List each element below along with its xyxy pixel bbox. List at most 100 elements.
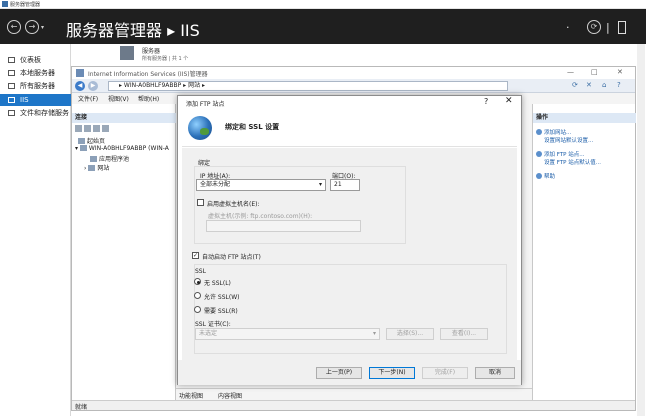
connect-icon[interactable] (75, 125, 82, 132)
sidebar-item-all-servers[interactable]: 所有服务器 (0, 80, 71, 92)
sidebar-item-label: 所有服务器 (20, 82, 55, 90)
ssl-label: SSL (195, 268, 206, 275)
menu-view[interactable]: 视图(V) (108, 94, 129, 103)
refresh-button[interactable]: ⟳ (587, 20, 601, 34)
sidebar-item-label: IIS (20, 96, 29, 104)
stop-icon[interactable]: ✕ (586, 81, 592, 89)
help-icon[interactable]: ? (484, 97, 488, 106)
cert-select[interactable]: 未选定 ▾ (195, 328, 380, 340)
menu-help[interactable]: 帮助(H) (138, 94, 159, 103)
status-bar: 就绪 (72, 400, 635, 411)
up-icon[interactable] (93, 125, 100, 132)
server-manager-header: ← → ▾ 服务器管理器 ▸ IIS · ⟳ | (0, 9, 646, 44)
server-icon (8, 70, 15, 76)
help-icon (536, 173, 542, 179)
tree-item-server[interactable]: ▾ WIN-A0BHLF9ABBP (WIN-A (75, 145, 169, 152)
tab-features-view[interactable]: 功能视图 (179, 391, 203, 400)
separator-icon: · (566, 21, 570, 34)
dashboard-icon (8, 57, 15, 63)
start-page-icon (78, 138, 85, 144)
back-button[interactable]: ← (7, 20, 21, 34)
refresh-icon: ⟳ (590, 22, 598, 31)
close-icon[interactable]: ✕ (505, 96, 513, 106)
sidebar-item-label: 本地服务器 (20, 69, 55, 77)
close-icon[interactable]: ✕ (617, 68, 623, 76)
app-pool-icon (90, 156, 97, 162)
ssl-group (194, 264, 507, 354)
connections-header: 连接 (72, 113, 176, 123)
window-titlebar: 服务器管理器 (0, 0, 646, 9)
prev-button[interactable]: 上一页(P) (316, 367, 362, 379)
action-site-defaults[interactable]: 设置网站默认设置... (544, 136, 593, 144)
servers-title: 服务器 (142, 48, 161, 55)
vhost-input[interactable] (206, 220, 361, 232)
ssl-allow-radio[interactable] (194, 292, 201, 299)
connections-panel: 连接 起始页 ▾ WIN-A0BHLF9ABBP (WIN-A 应用程序池 › … (72, 104, 176, 400)
divider-icon: | (606, 21, 610, 34)
ssl-require-label: 需要 SSL(R) (204, 308, 238, 315)
add-ftp-site-dialog: 添加 FTP 站点 ? ✕ 绑定和 SSL 设置 绑定 IP 地址(A): 全部… (177, 95, 522, 385)
action-label: 设置 FTP 站点默认值... (544, 160, 601, 166)
maximize-icon[interactable]: □ (591, 68, 598, 76)
history-dropdown-icon[interactable]: ▾ (41, 24, 44, 31)
connections-toolbar (75, 125, 135, 133)
tab-content-view[interactable]: 内容视图 (218, 391, 242, 400)
back-button[interactable]: ◀ (75, 81, 85, 91)
ssl-require-radio[interactable] (194, 306, 201, 313)
iis-address-bar: ◀ ▶ ▸ WIN-A0BHLF9ABBP ▸ 网站 ▸ ⟳ ✕ ⌂ ? (72, 79, 635, 93)
server-icon (79, 145, 87, 151)
banner-title: 绑定和 SSL 设置 (225, 123, 280, 131)
next-button[interactable]: 下一步(N) (369, 367, 415, 379)
main-scrollbar[interactable] (637, 44, 645, 416)
help-icon[interactable]: ? (617, 81, 621, 89)
ssl-allow-label: 允许 SSL(W) (204, 294, 240, 301)
flag-icon[interactable] (618, 21, 626, 34)
minimize-icon[interactable]: — (567, 68, 574, 76)
action-add-site[interactable]: 添加网站... (536, 128, 571, 136)
address-input[interactable]: ▸ WIN-A0BHLF9ABBP ▸ 网站 ▸ (108, 81, 508, 91)
sidebar-item-iis[interactable]: IIS (0, 94, 71, 106)
tree-item-sites[interactable]: › 网站 (84, 163, 109, 172)
globe-icon (188, 116, 212, 140)
dialog-footer: 上一页(P) 下一步(N) 完成(F) 取消 (178, 360, 521, 385)
tree-item-start-page[interactable]: 起始页 (78, 136, 105, 145)
cancel-button[interactable]: 取消 (475, 367, 515, 379)
action-label: 帮助 (544, 174, 556, 180)
iis-titlebar: Internet Information Services (IIS)管理器 —… (72, 67, 635, 79)
sidebar-item-label: 文件和存储服务 (20, 109, 69, 117)
window-title: 服务器管理器 (10, 2, 41, 8)
arrow-left-icon: ← (10, 22, 18, 31)
tree-label: 网站 (97, 165, 110, 172)
refresh-icon[interactable]: ⟳ (572, 81, 578, 89)
finish-button[interactable]: 完成(F) (422, 367, 468, 379)
vhost-checkbox-label: 启用虚拟主机名(E): (207, 201, 260, 208)
ip-address-select[interactable]: 全部未分配 ▾ (196, 179, 326, 191)
sidebar-item-dashboard[interactable]: 仪表板 (0, 54, 71, 66)
sidebar-item-local-server[interactable]: 本地服务器 (0, 67, 71, 79)
tree-label: WIN-A0BHLF9ABBP (WIN-A (88, 145, 169, 152)
forward-button[interactable]: ▶ (88, 81, 98, 91)
action-ftp-defaults[interactable]: 设置 FTP 站点默认值... (544, 158, 601, 166)
status-text: 就绪 (75, 404, 88, 411)
arrow-right-icon: → (28, 22, 36, 31)
menu-file[interactable]: 文件(F) (78, 94, 98, 103)
actions-header: 操作 (533, 113, 636, 123)
forward-button[interactable]: → (25, 20, 39, 34)
tree-item-app-pools[interactable]: 应用程序池 (90, 154, 129, 163)
ssl-none-radio[interactable] (194, 278, 201, 285)
sidebar-item-file-storage[interactable]: 文件和存储服务 (0, 107, 71, 119)
action-help[interactable]: 帮助 (536, 172, 555, 180)
vhost-checkbox[interactable] (197, 199, 204, 206)
add-ftp-icon (536, 151, 542, 157)
ssl-none-label: 无 SSL(L) (204, 280, 231, 287)
autostart-checkbox[interactable]: ✓ (192, 252, 199, 259)
port-input[interactable]: 21 (330, 179, 360, 191)
select-cert-button[interactable]: 选择(S)... (386, 328, 434, 340)
actions-panel: 操作 添加网站... 设置网站默认设置... 添加 FTP 站点... 设置 F… (532, 104, 636, 400)
connect-server-icon[interactable] (102, 125, 109, 132)
storage-icon (8, 110, 15, 116)
view-cert-button[interactable]: 查看(I)... (440, 328, 488, 340)
action-add-ftp[interactable]: 添加 FTP 站点... (536, 150, 585, 158)
home-icon[interactable]: ⌂ (602, 81, 606, 89)
save-icon[interactable] (84, 125, 91, 132)
